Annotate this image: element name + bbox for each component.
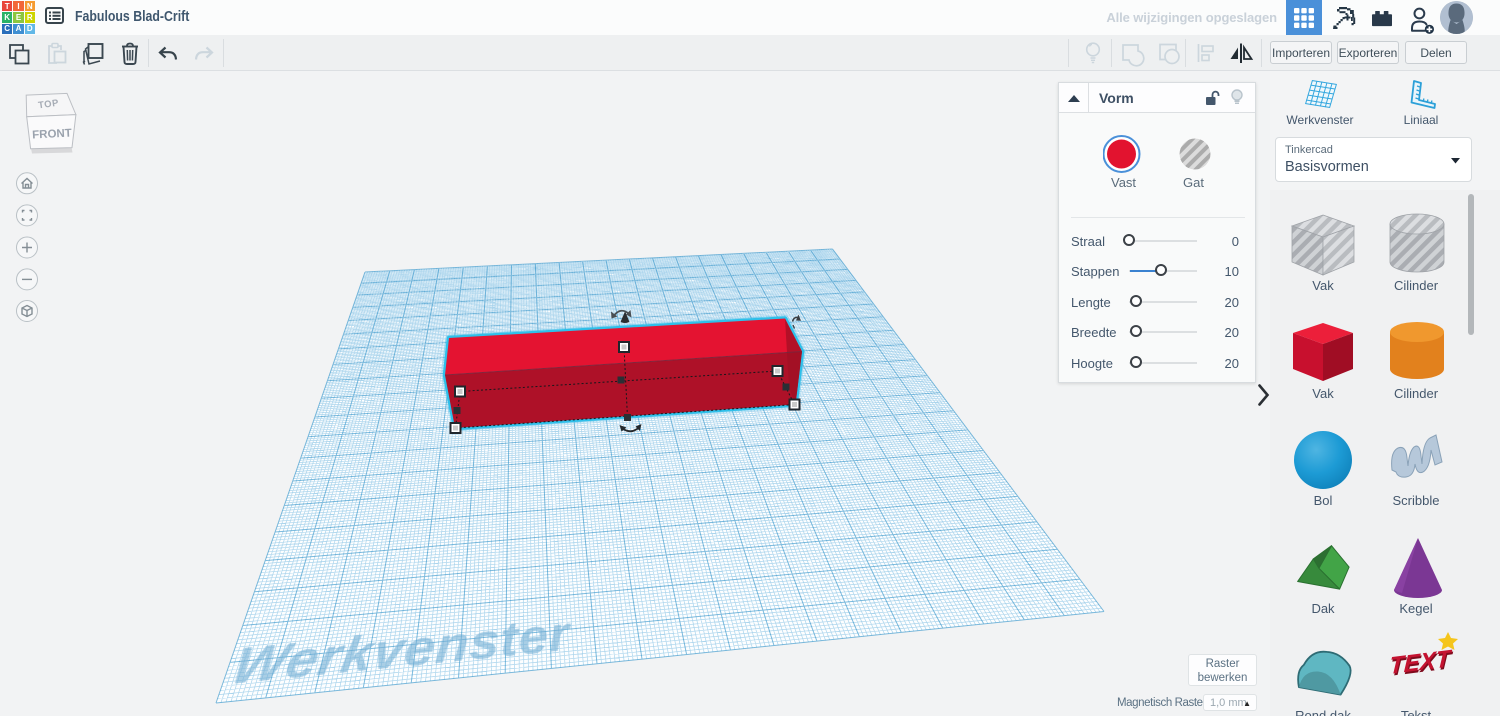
svg-text:Cilinder: Cilinder [1394,278,1439,293]
svg-text:Bol: Bol [1314,493,1333,508]
svg-text:Tekst: Tekst [1401,708,1432,716]
svg-text:FRONT: FRONT [32,127,72,141]
svg-text:Cilinder: Cilinder [1394,386,1439,401]
svg-text:Scribble: Scribble [1393,493,1440,508]
svg-text:Dak: Dak [1311,601,1335,616]
svg-text:Rond dak: Rond dak [1295,708,1351,716]
svg-text:Vak: Vak [1312,386,1334,401]
svg-text:Kegel: Kegel [1399,601,1432,616]
svg-text:Vak: Vak [1312,278,1334,293]
